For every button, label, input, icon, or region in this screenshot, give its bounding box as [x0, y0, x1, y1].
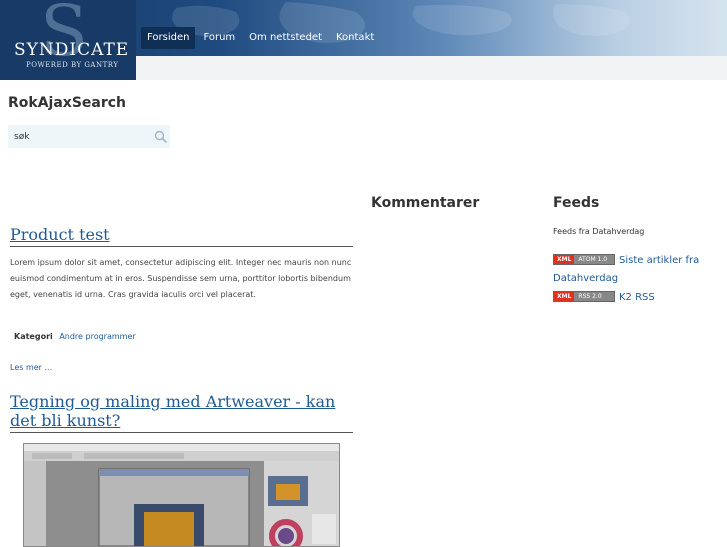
article-category: Kategori Andre programmer	[14, 332, 136, 341]
article-body: Lorem ipsum dolor sit amet, consectetur …	[10, 258, 352, 299]
site-header: S SYNDICATE POWERED BY GANTRY Forsiden F…	[0, 0, 727, 80]
nav-item-om-nettstedet[interactable]: Om nettstedet	[243, 27, 328, 49]
article-title[interactable]: Product test	[10, 225, 110, 244]
category-label: Kategori	[14, 332, 53, 341]
search-icon[interactable]	[154, 129, 168, 148]
title-divider	[10, 246, 353, 247]
rss-badge[interactable]: XML RSS 2.0	[553, 291, 615, 302]
search-module-title: RokAjaxSearch	[8, 95, 127, 111]
nav-item-forsiden[interactable]: Forsiden	[141, 27, 196, 49]
nav-item-forum[interactable]: Forum	[197, 27, 241, 49]
logo-name: SYNDICATE	[14, 40, 130, 60]
search-input[interactable]	[12, 129, 146, 145]
main-nav: Forsiden Forum Om nettstedet Kontakt	[141, 27, 382, 49]
feed-link[interactable]: Siste artikler fra Datahverdag	[553, 252, 713, 288]
logo[interactable]: S SYNDICATE POWERED BY GANTRY	[0, 0, 136, 80]
title-divider	[10, 432, 353, 433]
badge-xml: XML	[554, 292, 575, 301]
category-link[interactable]: Andre programmer	[59, 332, 135, 341]
search-box	[8, 125, 170, 148]
read-more-link[interactable]: Les mer ...	[10, 363, 52, 372]
article-image	[23, 443, 340, 547]
feed-link[interactable]: K2 RSS	[619, 289, 655, 307]
badge-format: RSS 2.0	[574, 292, 614, 301]
feeds-heading: Feeds	[553, 195, 600, 211]
feeds-subtitle: Feeds fra Datahverdag	[553, 227, 645, 236]
nav-item-kontakt[interactable]: Kontakt	[330, 27, 380, 49]
article-title[interactable]: Tegning og maling med Artweaver - kan de…	[10, 392, 350, 430]
logo-tagline: POWERED BY GANTRY	[26, 61, 119, 69]
comments-heading: Kommentarer	[371, 195, 480, 211]
